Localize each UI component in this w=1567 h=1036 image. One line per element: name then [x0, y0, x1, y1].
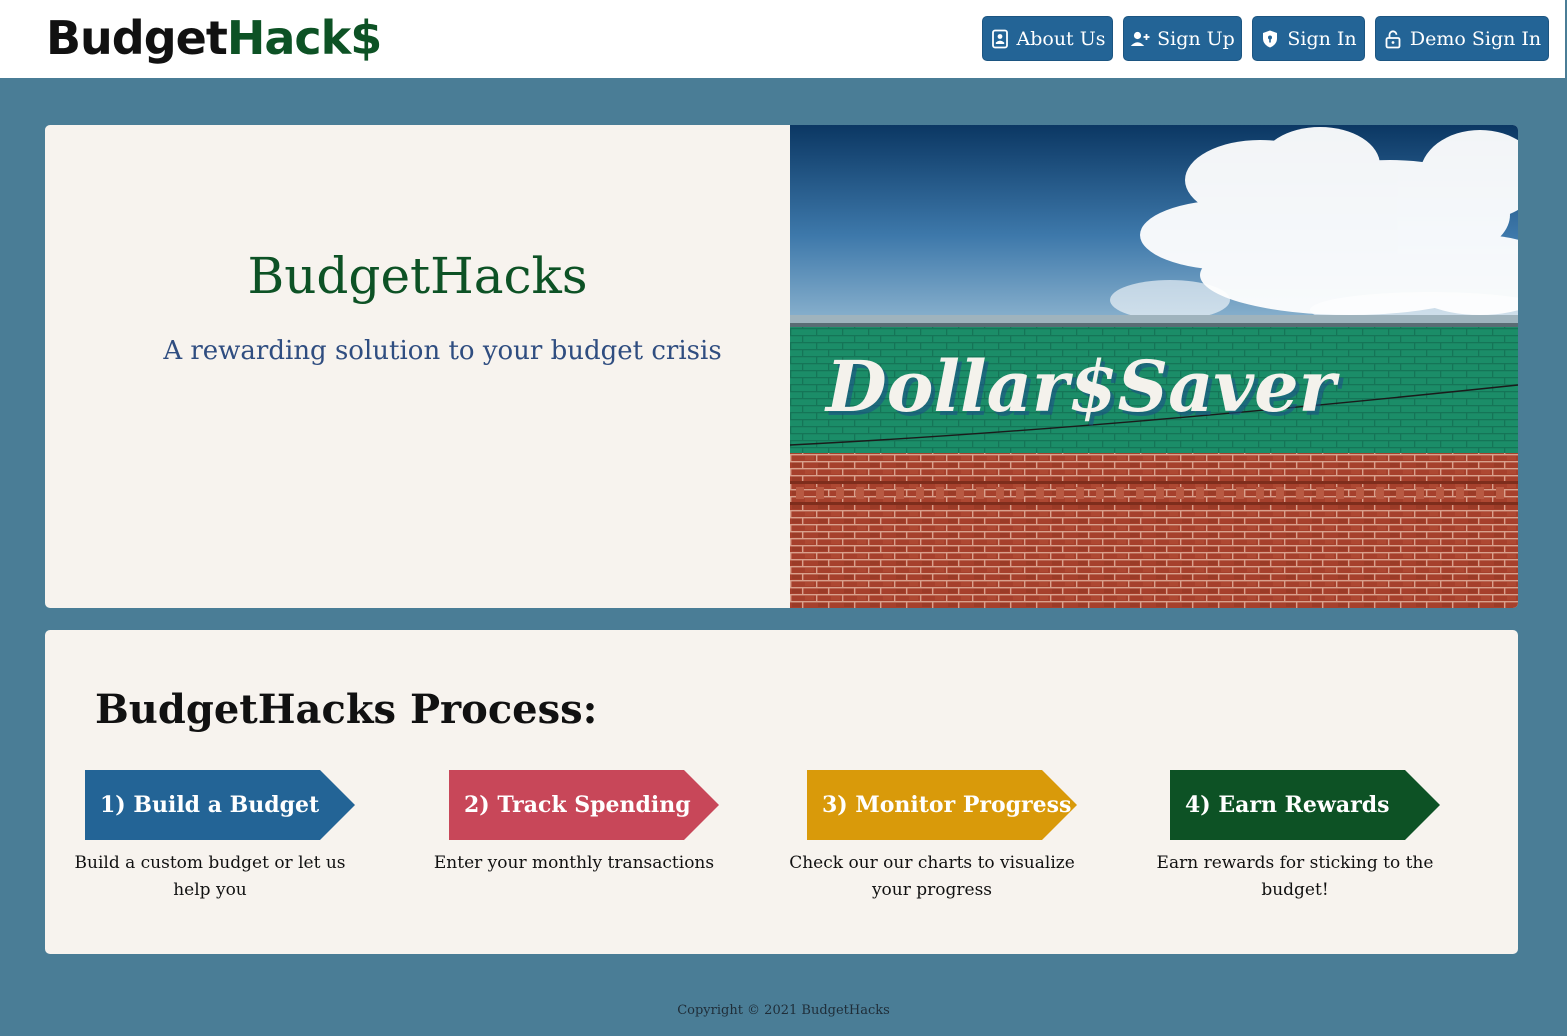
person-plus-icon — [1130, 31, 1150, 46]
sign-in-button[interactable]: Sign In — [1252, 16, 1365, 61]
process-step-build-budget: 1) Build a Budget Build a custom budget … — [75, 770, 355, 900]
step-description-2: Enter your monthly transactions — [433, 853, 715, 873]
mural-text: Dollar$Saver — [824, 345, 1341, 428]
demo-sign-in-button[interactable]: Demo Sign In — [1375, 16, 1549, 61]
process-section: BudgetHacks Process: 1) Build a Budget B… — [45, 630, 1518, 954]
logo[interactable]: BudgetHack$ — [46, 8, 382, 68]
footer-copyright: Copyright © 2021 BudgetHacks — [677, 1003, 890, 1018]
person-badge-icon — [991, 29, 1008, 48]
hero-title: BudgetHacks — [247, 247, 588, 305]
step-description-4: Earn rewards for sticking to the budget! — [1156, 853, 1434, 900]
unlock-icon — [1385, 29, 1401, 48]
logo-part-hacks: Hack$ — [226, 11, 382, 65]
navbar: BudgetHack$ About Us Sign Up Sign In Dem… — [0, 0, 1565, 78]
about-us-label: About Us — [1016, 27, 1106, 50]
process-step-monitor-progress: 3) Monitor Progress Check our our charts… — [789, 770, 1077, 900]
process-step-earn-rewards: 4) Earn Rewards Earn rewards for stickin… — [1157, 770, 1440, 900]
dollar-saver-image: Dollar$Saver Dollar$Saver — [790, 125, 1518, 608]
hero-section: BudgetHacks A rewarding solution to your… — [45, 125, 1518, 608]
step-description-3: Check our our charts to visualize your p… — [789, 853, 1075, 900]
step-arrow-1: 1) Build a Budget — [85, 770, 355, 840]
process-step-track-spending: 2) Track Spending Enter your monthly tra… — [434, 770, 719, 873]
step-arrow-4: 4) Earn Rewards — [1170, 770, 1440, 840]
sign-up-button[interactable]: Sign Up — [1123, 16, 1242, 61]
dollar-saver-mural: Dollar$Saver Dollar$Saver — [790, 125, 1518, 608]
logo-part-budget: Budget — [46, 11, 228, 65]
demo-sign-in-label: Demo Sign In — [1409, 27, 1542, 50]
hero-subtitle: A rewarding solution to your budget cris… — [163, 336, 722, 366]
hero-text: BudgetHacks A rewarding solution to your… — [45, 125, 790, 608]
step-arrow-2: 2) Track Spending — [449, 770, 719, 840]
about-us-button[interactable]: About Us — [982, 16, 1113, 61]
process-title: BudgetHacks Process: — [95, 686, 598, 733]
sign-in-label: Sign In — [1287, 27, 1357, 50]
step-description-1: Build a custom budget or let us help you — [74, 853, 346, 900]
sign-up-label: Sign Up — [1157, 27, 1235, 50]
step-arrow-3: 3) Monitor Progress — [807, 770, 1077, 840]
shield-icon — [1263, 30, 1278, 47]
